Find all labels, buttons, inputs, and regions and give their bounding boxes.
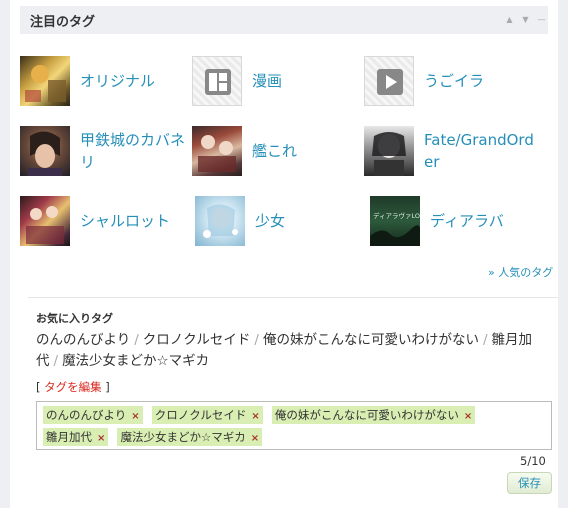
- popular-tags-link[interactable]: » 人気のタグ: [488, 264, 553, 280]
- tag-thumbnail: [195, 196, 245, 246]
- play-icon: [364, 56, 414, 106]
- tag-label[interactable]: うごイラ: [424, 70, 484, 92]
- tag-item-original[interactable]: オリジナル: [20, 56, 190, 108]
- favorite-tag-link[interactable]: 俺の妹がこんなに可愛いわけがない: [263, 332, 479, 348]
- remove-tag-icon[interactable]: ×: [251, 433, 259, 444]
- featured-tags-panel: 注目のタグ ▲ ▼ — オリジナル 漫画 うごイラ 甲鉄城のカバネリ 艦これ F…: [10, 0, 558, 508]
- illustration-image: ディアラヴァLOG: [370, 211, 420, 246]
- tag-chip: 俺の妹がこんなに可愛いわけがない ×: [271, 406, 476, 424]
- chip-label: クロノクルセイド: [154, 408, 247, 422]
- remove-tag-icon[interactable]: ×: [251, 411, 259, 422]
- tag-label[interactable]: オリジナル: [80, 70, 155, 92]
- illustration-image: [372, 132, 406, 176]
- tag-thumbnail: [20, 196, 70, 246]
- save-button[interactable]: 保存: [507, 472, 552, 494]
- tag-chip: のんのんびより ×: [43, 406, 143, 424]
- separator: /: [482, 332, 488, 348]
- bracket-close: ]: [101, 380, 110, 394]
- tag-label[interactable]: 少女: [255, 210, 285, 232]
- edit-tags-link[interactable]: タグを編集: [44, 380, 102, 394]
- tag-editor-box[interactable]: のんのんびより × クロノクルセイド × 俺の妹がこんなに可愛いわけがない × 雛月加…: [36, 401, 552, 450]
- manga-icon: [192, 56, 242, 106]
- tag-item-charlotte[interactable]: シャルロット: [20, 196, 190, 248]
- move-up-icon[interactable]: ▲: [504, 14, 515, 25]
- favorite-tag-link[interactable]: 魔法少女まどか☆マギカ: [62, 353, 209, 369]
- panel-header: 注目のタグ ▲ ▼ —: [20, 6, 548, 34]
- tag-label[interactable]: ディアラバ: [430, 210, 504, 232]
- move-down-icon[interactable]: ▼: [520, 14, 531, 25]
- separator: /: [53, 353, 59, 369]
- bracket-open: [: [36, 380, 45, 394]
- tag-label[interactable]: 艦これ: [252, 140, 297, 162]
- illustration-image: [28, 131, 62, 176]
- separator: /: [254, 332, 259, 348]
- remove-tag-icon[interactable]: ×: [97, 433, 105, 444]
- chip-label: のんのんびより: [46, 408, 127, 422]
- tag-thumbnail: [364, 126, 414, 176]
- tag-thumbnail: [20, 56, 70, 106]
- remove-tag-icon[interactable]: ×: [464, 411, 472, 422]
- tag-item-diabolik[interactable]: ディアラヴァLOG ディアラバ: [370, 196, 540, 248]
- edit-tags-line: [ タグを編集 ]: [36, 379, 110, 395]
- tag-chip: クロノクルセイド ×: [151, 406, 263, 424]
- chip-label: 魔法少女まどか☆マギカ: [120, 430, 246, 444]
- remove-tag-icon[interactable]: ×: [131, 411, 139, 422]
- tag-item-ugoira[interactable]: うごイラ: [364, 56, 534, 108]
- tag-label[interactable]: 甲鉄城のカバネリ: [80, 129, 192, 173]
- tag-item-shoujo[interactable]: 少女: [195, 196, 365, 248]
- separator: /: [134, 332, 139, 348]
- tag-label[interactable]: シャルロット: [80, 210, 170, 232]
- tag-chip: 雛月加代 ×: [43, 428, 109, 446]
- chip-label: 雛月加代: [46, 430, 92, 444]
- chip-label: 俺の妹がこんなに可愛いわけがない: [274, 408, 459, 422]
- tag-thumbnail: [192, 126, 242, 176]
- favorite-tag-link[interactable]: のんのんびより: [36, 332, 130, 348]
- tag-item-kancolle[interactable]: 艦これ: [192, 126, 362, 178]
- tag-label[interactable]: Fate/GrandOrder: [424, 129, 538, 173]
- tag-count: 5/10: [520, 454, 546, 468]
- illustration-image: [25, 65, 66, 102]
- minimize-icon[interactable]: —: [536, 14, 547, 25]
- tag-thumbnail: [20, 126, 70, 176]
- tag-item-manga[interactable]: 漫画: [192, 56, 362, 108]
- illustration-image: [26, 206, 64, 244]
- tag-label[interactable]: 漫画: [252, 70, 282, 92]
- panel-title: 注目のタグ: [30, 15, 96, 30]
- favorite-tags-title: お気に入りタグ: [36, 312, 113, 325]
- divider: [28, 297, 558, 298]
- tag-chips: のんのんびより × クロノクルセイド × 俺の妹がこんなに可愛いわけがない × 雛月加…: [43, 404, 543, 448]
- thumbnail-caption: ディアラヴァLOG: [373, 211, 420, 220]
- tag-thumbnail: ディアラヴァLOG: [370, 196, 420, 246]
- favorite-tag-link[interactable]: クロノクルセイド: [143, 332, 251, 348]
- tag-chip: 魔法少女まどか☆マギカ ×: [117, 428, 263, 446]
- tag-item-fate[interactable]: Fate/GrandOrder: [364, 126, 550, 178]
- illustration-image: [198, 135, 236, 172]
- illustration-image: [203, 204, 238, 238]
- favorite-tags-list: のんのんびより / クロノクルセイド / 俺の妹がこんなに可愛いわけがない / 雛月加代 / 魔…: [36, 330, 546, 372]
- tag-item-kabaneri[interactable]: 甲鉄城のカバネリ: [20, 126, 190, 178]
